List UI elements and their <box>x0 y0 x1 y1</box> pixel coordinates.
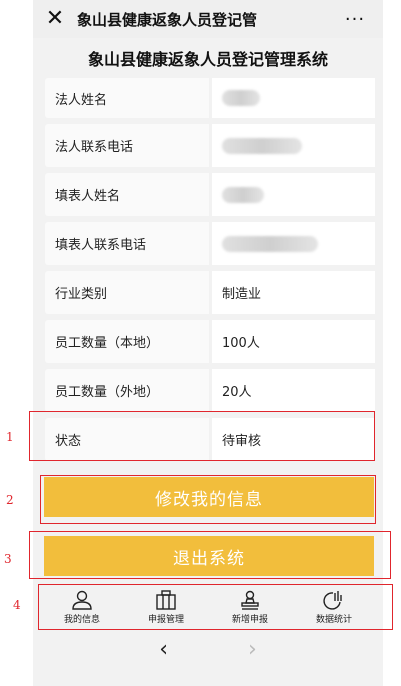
field-value <box>209 222 375 265</box>
annotation-number-1: 1 <box>6 430 14 444</box>
redacted-value <box>222 90 260 106</box>
annotation-box-2 <box>40 475 376 524</box>
window-title: 象山县健康返象人员登记管 <box>77 10 258 29</box>
annotation-number-3: 3 <box>4 552 12 566</box>
title-bar: ✕ 象山县健康返象人员登记管 ··· <box>33 0 383 38</box>
field-label: 员工数量（外地） <box>55 385 160 400</box>
field-value <box>209 78 375 118</box>
info-list: 法人姓名 法人联系电话 填表人姓名 填表人联系电话 行业类别 制造业 员工数量（… <box>33 78 383 461</box>
field-row-legal-name: 法人姓名 <box>45 78 375 118</box>
field-row-local-staff: 员工数量（本地） 100人 <box>45 320 375 363</box>
field-row-filler-phone: 填表人联系电话 <box>45 222 375 265</box>
field-label: 法人联系电话 <box>55 140 134 155</box>
redacted-value <box>222 235 318 252</box>
browser-nav-bar: ‹ › <box>33 632 383 666</box>
redacted-value <box>222 137 302 154</box>
field-row-remote-staff: 员工数量（外地） 20人 <box>45 369 375 412</box>
field-label: 填表人联系电话 <box>55 238 147 253</box>
field-value: 制造业 <box>209 271 375 314</box>
field-value: 100人 <box>209 320 375 363</box>
field-value <box>209 173 375 216</box>
redacted-value <box>222 186 264 203</box>
annotation-box-4 <box>38 584 393 630</box>
close-button[interactable]: ✕ <box>33 0 77 38</box>
page-title: 象山县健康返象人员登记管理系统 <box>33 38 383 78</box>
field-row-industry: 行业类别 制造业 <box>45 271 375 314</box>
field-label: 填表人姓名 <box>55 189 121 204</box>
field-label: 行业类别 <box>55 287 108 302</box>
forward-button[interactable]: › <box>248 637 257 662</box>
annotation-box-3 <box>29 531 391 579</box>
annotation-box-1 <box>29 411 375 461</box>
more-button[interactable]: ··· <box>327 9 383 30</box>
field-label: 员工数量（本地） <box>55 336 160 351</box>
field-value <box>209 124 375 167</box>
field-value: 20人 <box>209 369 375 412</box>
field-row-legal-phone: 法人联系电话 <box>45 124 375 167</box>
annotation-number-2: 2 <box>6 493 14 507</box>
field-label: 法人姓名 <box>55 92 108 108</box>
back-button[interactable]: ‹ <box>159 637 168 662</box>
field-row-filler-name: 填表人姓名 <box>45 173 375 216</box>
annotation-number-4: 4 <box>13 598 21 612</box>
